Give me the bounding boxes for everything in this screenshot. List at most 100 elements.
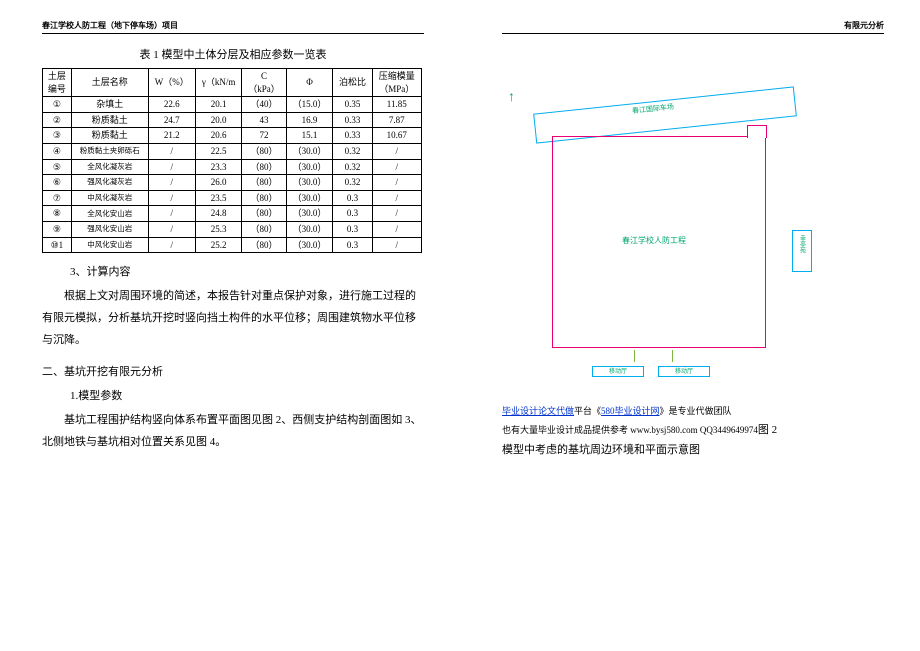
- table-row: ③粉质黏土21.220.67215.10.3310.67: [43, 128, 422, 144]
- table-cell: （30.0）: [286, 159, 333, 175]
- table-cell: 72: [242, 128, 286, 144]
- bldg-2: 移动厅: [658, 366, 710, 377]
- col-poisson: 泊松比: [333, 69, 372, 97]
- col-w: W（%）: [148, 69, 195, 97]
- excavation-label: 春江学校人防工程: [622, 235, 686, 246]
- table-cell: ⑦: [43, 190, 72, 206]
- col-phi: Φ: [286, 69, 333, 97]
- table-cell: /: [148, 221, 195, 237]
- table-row: ⑨强风化安山岩/25.3（80）（30.0）0.3/: [43, 221, 422, 237]
- table-cell: 22.5: [195, 143, 242, 159]
- table-cell: 强风化安山岩: [71, 221, 148, 237]
- table-cell: 0.33: [333, 112, 372, 128]
- table-cell: /: [372, 175, 421, 191]
- table-cell: ⑩1: [43, 237, 72, 253]
- table-row: ②粉质黏土24.720.04316.90.337.87: [43, 112, 422, 128]
- table-cell: 杂填土: [71, 97, 148, 113]
- table-cell: （30.0）: [286, 190, 333, 206]
- footer-line-2: 也有大量毕业设计成品提供参考 www.bysj580.com QQ3449649…: [502, 422, 884, 440]
- table-row: ⑤全风化凝灰岩/23.3（80）（30.0）0.32/: [43, 159, 422, 175]
- col-emod: 压缩模量 （MPa）: [372, 69, 421, 97]
- footer-line-1: 毕业设计论文代做平台《580毕业设计网》是专业代做团队: [502, 404, 884, 418]
- table-cell: 0.3: [333, 190, 372, 206]
- table-cell: 21.2: [148, 128, 195, 144]
- table-cell: （80）: [242, 159, 286, 175]
- table-cell: ⑤: [43, 159, 72, 175]
- table-cell: ②: [43, 112, 72, 128]
- table-cell: /: [148, 206, 195, 222]
- table-cell: 26.0: [195, 175, 242, 191]
- table-cell: 20.0: [195, 112, 242, 128]
- connector-line-2: [672, 350, 673, 362]
- table-cell: 20.1: [195, 97, 242, 113]
- left-page: 春江学校人防工程（地下停车场）项目 表 1 模型中土体分层及相应参数一览表 土层…: [0, 0, 460, 651]
- table-row: ①杂填土22.620.1（40）（15.0）0.3511.85: [43, 97, 422, 113]
- table-cell: 25.3: [195, 221, 242, 237]
- table-cell: /: [148, 190, 195, 206]
- table-cell: 11.85: [372, 97, 421, 113]
- table-cell: 0.32: [333, 143, 372, 159]
- table-cell: 7.87: [372, 112, 421, 128]
- table-row: ④粉质黏土夹卵砾石/22.5（80）（30.0）0.32/: [43, 143, 422, 159]
- table-cell: （15.0）: [286, 97, 333, 113]
- table-cell: （80）: [242, 237, 286, 253]
- table-cell: 0.3: [333, 206, 372, 222]
- table-cell: 强风化凝灰岩: [71, 175, 148, 191]
- figure-2-caption: 模型中考虑的基坑周边环境和平面示意图: [502, 442, 884, 460]
- table-cell: （80）: [242, 175, 286, 191]
- table-cell: 中风化凝灰岩: [71, 190, 148, 206]
- table-cell: /: [148, 175, 195, 191]
- section-3-title: 3、计算内容: [70, 263, 424, 279]
- col-layer-name: 土层名称: [71, 69, 148, 97]
- table-cell: 粉质黏土夹卵砾石: [71, 143, 148, 159]
- table-row: ⑦中风化凝灰岩/23.5（80）（30.0）0.3/: [43, 190, 422, 206]
- table-cell: 20.6: [195, 128, 242, 144]
- connector-line-1: [634, 350, 635, 362]
- side-building-label: 幸亭苑: [798, 235, 807, 253]
- table-cell: 0.35: [333, 97, 372, 113]
- table-cell: 23.5: [195, 190, 242, 206]
- table-cell: /: [372, 143, 421, 159]
- bottom-buildings: 移动厅 移动厅: [592, 366, 710, 377]
- table-cell: 22.6: [148, 97, 195, 113]
- table-cell: 0.3: [333, 221, 372, 237]
- col-layer-id: 土层 编号: [43, 69, 72, 97]
- table-cell: 24.7: [148, 112, 195, 128]
- header-left-page: 春江学校人防工程（地下停车场）项目: [42, 20, 424, 34]
- table-cell: 25.2: [195, 237, 242, 253]
- table-cell: 0.32: [333, 175, 372, 191]
- table-title: 表 1 模型中土体分层及相应参数一览表: [42, 46, 424, 62]
- link-site[interactable]: 580毕业设计网: [601, 406, 660, 416]
- para-2: 基坑工程围护结构竖向体系布置平面图见图 2、西侧支护结构剖面图如 3、北侧地铁与…: [42, 409, 424, 453]
- table-cell: /: [372, 237, 421, 253]
- link-service[interactable]: 毕业设计论文代做: [502, 406, 574, 416]
- table-cell: ⑨: [43, 221, 72, 237]
- table-row: ⑥强风化凝灰岩/26.0（80）（30.0）0.32/: [43, 175, 422, 191]
- table-row: ⑧全风化安山岩/24.8（80）（30.0）0.3/: [43, 206, 422, 222]
- table-cell: 24.8: [195, 206, 242, 222]
- table-cell: 中风化安山岩: [71, 237, 148, 253]
- table-cell: 0.3: [333, 237, 372, 253]
- compass-icon: ↑: [508, 90, 515, 106]
- table-cell: （30.0）: [286, 206, 333, 222]
- table-cell: ⑥: [43, 175, 72, 191]
- table-cell: /: [372, 221, 421, 237]
- table-cell: /: [372, 206, 421, 222]
- site-plan-diagram: ↑ 春江国际车场 春江学校人防工程 幸亭苑 移动厅 移动厅: [502, 70, 812, 400]
- col-c: C （kPa）: [242, 69, 286, 97]
- table-cell: 16.9: [286, 112, 333, 128]
- col-gamma: γ（kN/m: [195, 69, 242, 97]
- table-cell: ①: [43, 97, 72, 113]
- table-cell: （80）: [242, 221, 286, 237]
- heading-2: 二、基坑开挖有限元分析: [42, 363, 424, 379]
- table-cell: （30.0）: [286, 221, 333, 237]
- table-cell: （30.0）: [286, 143, 333, 159]
- table-cell: （30.0）: [286, 175, 333, 191]
- table-cell: /: [372, 190, 421, 206]
- right-page: 有限元分析 ↑ 春江国际车场 春江学校人防工程 幸亭苑 移动厅 移动厅 毕业设计…: [460, 0, 920, 651]
- table-cell: 粉质黏土: [71, 128, 148, 144]
- para-1: 根据上文对周围环境的简述，本报告针对重点保护对象，进行施工过程的有限元模拟，分析…: [42, 285, 424, 351]
- table-cell: （80）: [242, 190, 286, 206]
- figure-2-num: 图 2: [758, 424, 777, 436]
- table-cell: /: [372, 159, 421, 175]
